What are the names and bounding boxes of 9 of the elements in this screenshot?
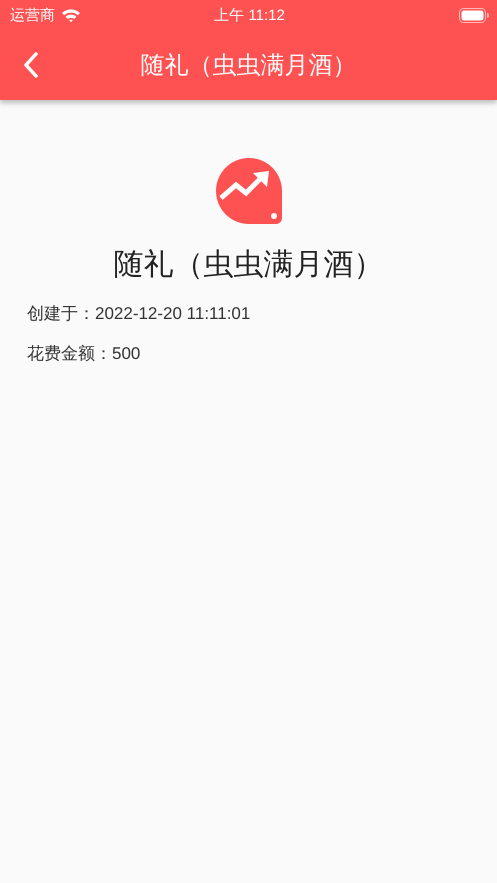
detail-text: 创建于：2022-12-20 11:11:01 <box>27 303 252 325</box>
page-title: 随礼（虫虫满月酒） <box>140 52 356 79</box>
battery-icon <box>459 8 490 22</box>
carrier-name: 运营商 <box>10 6 55 24</box>
wifi-icon <box>61 8 81 22</box>
trend-chart-icon <box>216 158 282 224</box>
detail-text: 花费金额：500 <box>27 343 142 365</box>
record-title: 随礼（虫虫满月酒） <box>114 247 384 283</box>
status-time: 上午 11:12 <box>214 6 285 24</box>
